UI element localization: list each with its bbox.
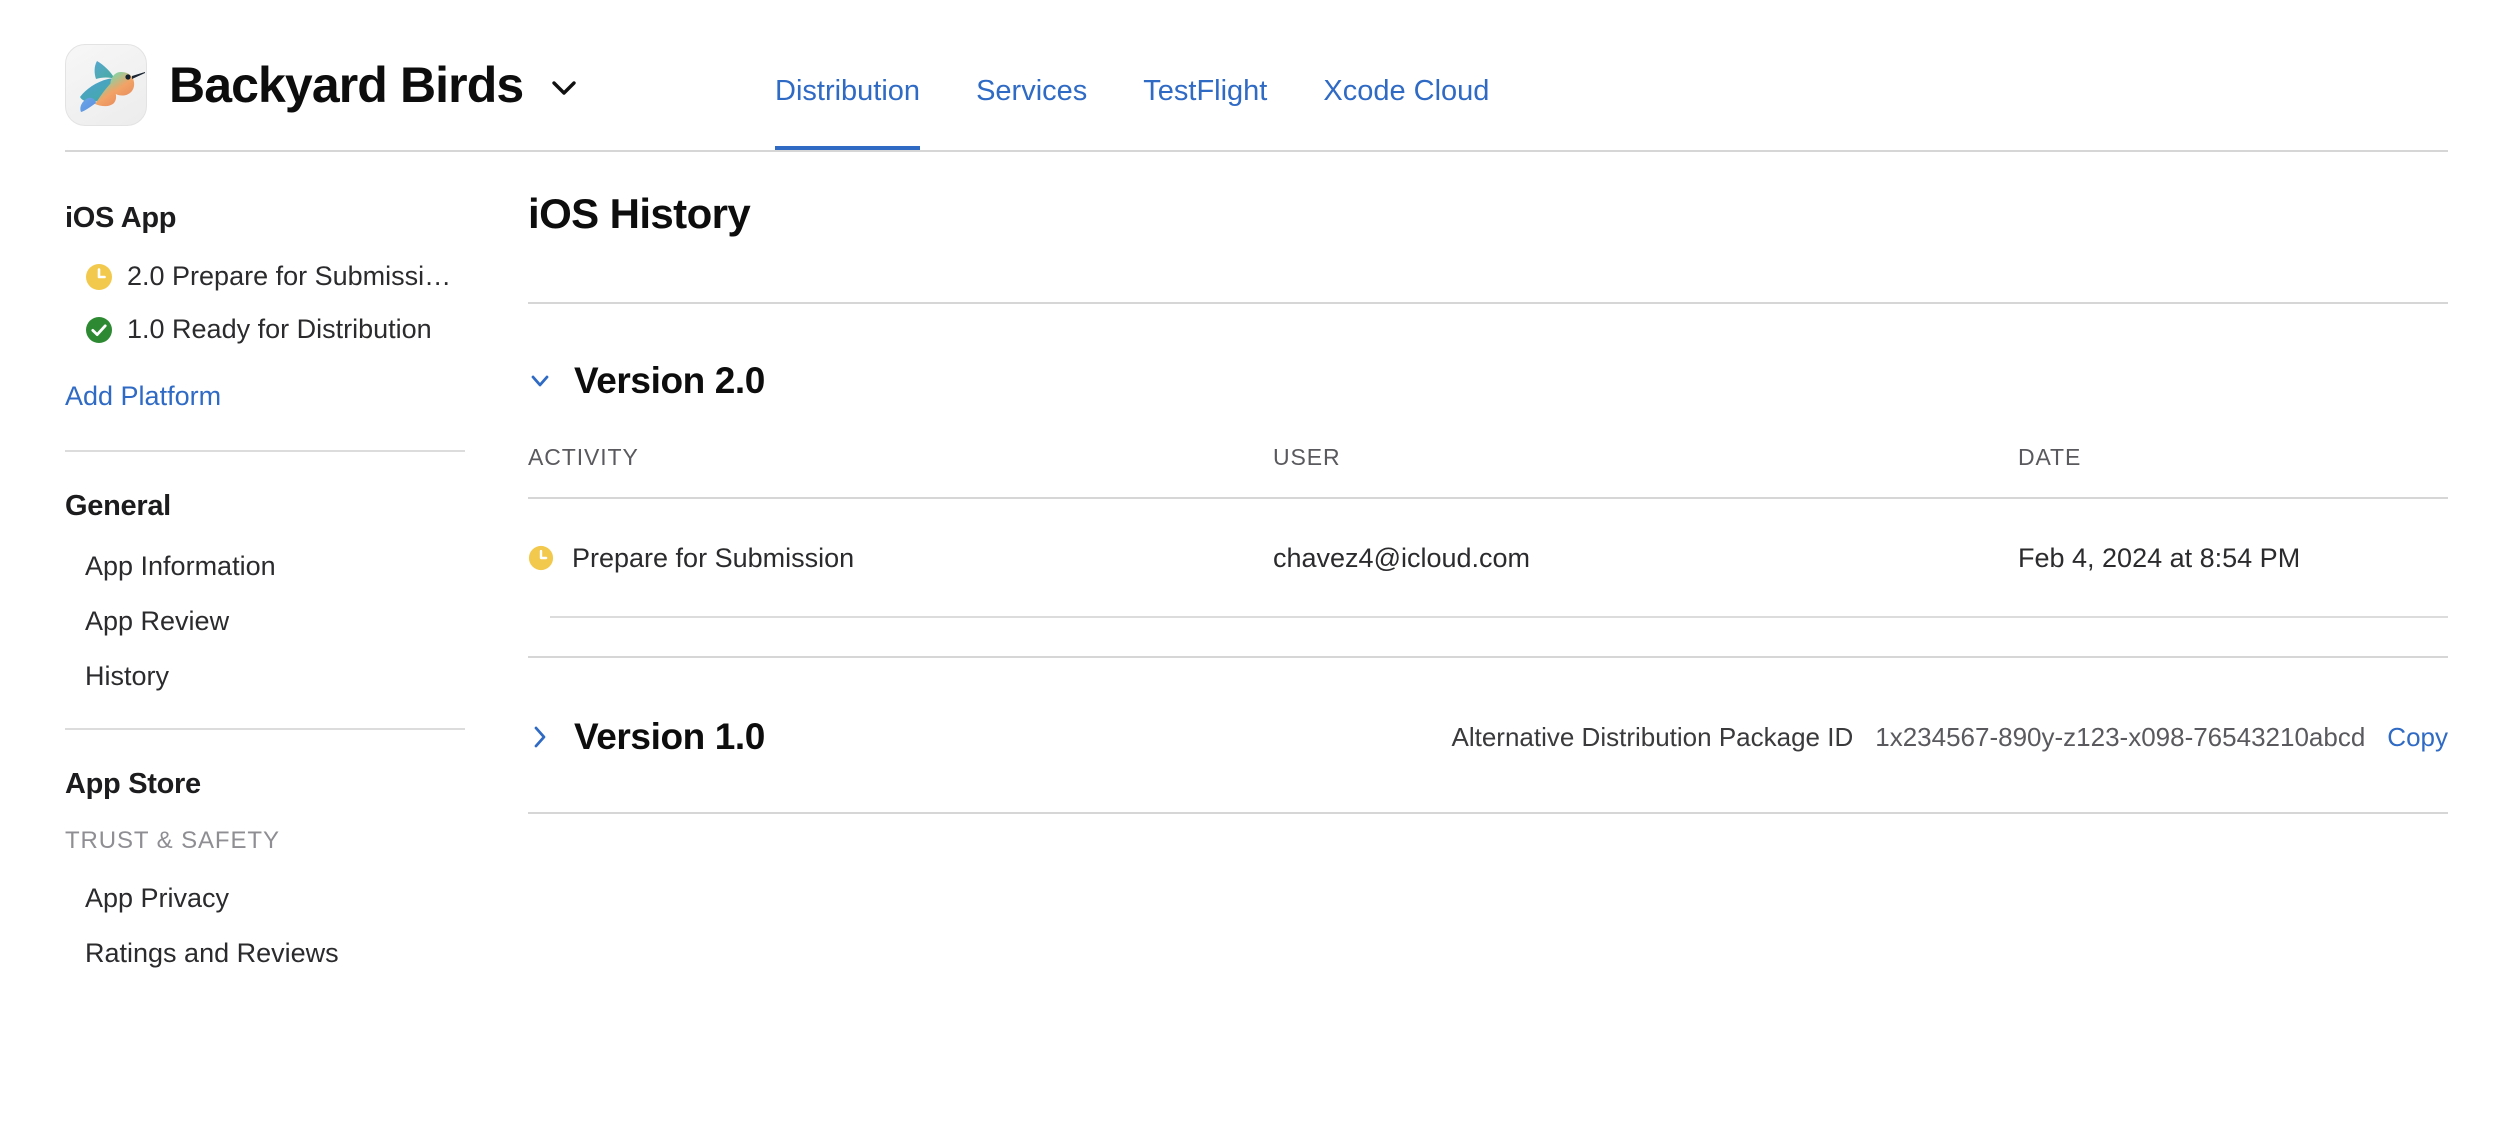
sidebar-version-2-0-label: 2.0 Prepare for Submissi…: [127, 261, 452, 291]
column-header-date: DATE: [2018, 444, 2082, 470]
sidebar-item-app-privacy[interactable]: App Privacy: [0, 883, 520, 914]
hummingbird-app-icon: [65, 44, 147, 126]
version-2-0-title: Version 2.0: [574, 360, 765, 401]
app-header: Backyard Birds Distribution Services Tes…: [0, 0, 2512, 152]
sidebar: iOS App 2.0 Prepare for Submissi… 1.0 Re…: [0, 190, 520, 969]
package-id-label: Alternative Distribution Package ID: [1451, 721, 1854, 752]
table-header-row: ACTIVITY USER DATE: [528, 444, 2448, 471]
version-2-0-activity-table: ACTIVITY USER DATE Prepare for Submissio…: [528, 444, 2448, 658]
package-id-value: 1x234567-890y-z123-x098-76543210abcd: [1875, 721, 2366, 752]
sidebar-version-1-0-label: 1.0 Ready for Distribution: [127, 314, 432, 344]
app-identity[interactable]: Backyard Birds: [65, 44, 581, 126]
version-1-0-header[interactable]: Version 1.0 Alternative Distribution Pac…: [528, 716, 2448, 758]
version-1-0-divider: [528, 812, 2448, 814]
clock-icon: [528, 545, 556, 573]
sidebar-heading-general: General: [65, 490, 171, 522]
sidebar-version-2-0[interactable]: 2.0 Prepare for Submissi…: [0, 261, 520, 292]
tab-xcode-cloud-label: Xcode Cloud: [1323, 75, 1490, 107]
sidebar-heading-ios-app: iOS App: [65, 202, 177, 234]
table-row-divider: [550, 616, 2448, 618]
copy-package-id-button[interactable]: Copy: [2387, 722, 2448, 753]
app-store-connect-page: Backyard Birds Distribution Services Tes…: [0, 0, 2512, 1144]
version-section-divider: [528, 656, 2448, 658]
table-header-divider: [528, 497, 2448, 499]
tab-distribution-label: Distribution: [775, 75, 921, 107]
alternative-distribution-package: Alternative Distribution Package ID 1x23…: [1451, 722, 2448, 753]
primary-tabs: Distribution Services TestFlight Xcode C…: [775, 76, 1517, 152]
column-header-activity: ACTIVITY: [528, 444, 639, 470]
tab-services-label: Services: [976, 75, 1088, 107]
column-header-user: USER: [1273, 444, 1341, 470]
sidebar-divider-2: [65, 728, 465, 730]
main-content: iOS History Version 2.0 ACTIVITY USER DA…: [528, 190, 2448, 814]
add-platform-link[interactable]: Add Platform: [0, 381, 520, 412]
sidebar-version-1-0[interactable]: 1.0 Ready for Distribution: [0, 314, 520, 345]
cell-activity-label: Prepare for Submission: [572, 543, 855, 573]
tab-testflight[interactable]: TestFlight: [1115, 76, 1295, 152]
sidebar-divider-1: [65, 450, 465, 452]
chevron-down-icon[interactable]: [547, 71, 581, 105]
sidebar-heading-app-store: App Store: [65, 768, 201, 800]
tab-services[interactable]: Services: [948, 76, 1115, 152]
tab-xcode-cloud[interactable]: Xcode Cloud: [1295, 76, 1517, 152]
header-divider: [65, 150, 2448, 152]
chevron-down-icon[interactable]: [528, 366, 552, 396]
sidebar-item-ratings-and-reviews[interactable]: Ratings and Reviews: [0, 938, 520, 969]
check-circle-icon: [85, 316, 113, 344]
sidebar-item-app-review[interactable]: App Review: [0, 606, 520, 637]
sidebar-item-history[interactable]: History: [0, 661, 520, 692]
table-row[interactable]: Prepare for Submission chavez4@icloud.co…: [528, 543, 2448, 574]
app-title: Backyard Birds: [169, 57, 524, 113]
cell-user: chavez4@icloud.com: [1273, 543, 1531, 573]
cell-activity: Prepare for Submission: [528, 543, 1273, 574]
version-2-0-header[interactable]: Version 2.0: [528, 360, 2448, 402]
tab-testflight-label: TestFlight: [1143, 75, 1268, 107]
tab-distribution[interactable]: Distribution: [775, 76, 948, 152]
title-divider: [528, 302, 2448, 304]
sidebar-group-trust-safety: TRUST & SAFETY: [65, 827, 280, 854]
chevron-right-icon[interactable]: [528, 722, 552, 752]
cell-date: Feb 4, 2024 at 8:54 PM: [2018, 543, 2301, 573]
version-1-0-title: Version 1.0: [574, 716, 765, 757]
page-title: iOS History: [528, 190, 751, 237]
sidebar-item-app-information[interactable]: App Information: [0, 551, 520, 582]
clock-icon: [85, 263, 113, 291]
